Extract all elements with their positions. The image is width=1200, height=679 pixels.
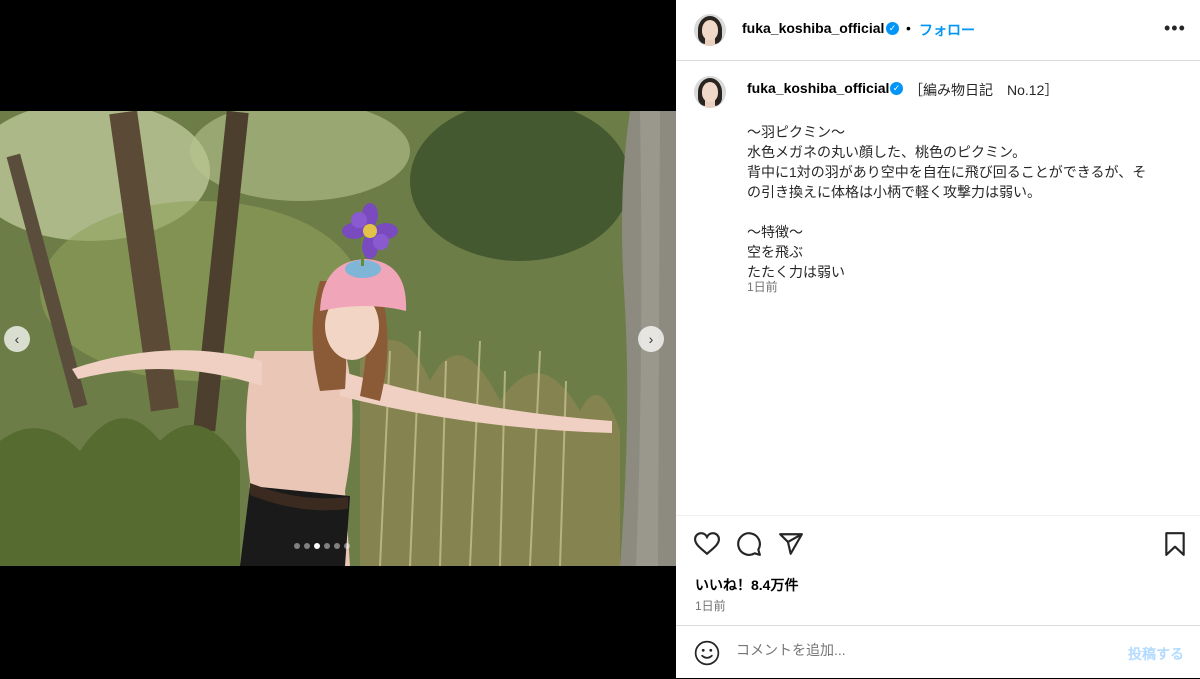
comment-input[interactable] [736, 642, 1096, 658]
carousel-prev-button[interactable]: ‹ [4, 326, 30, 352]
heart-icon[interactable] [694, 532, 720, 556]
verified-icon: ✓ [890, 82, 903, 95]
caption-line: 背中に1対の羽があり空中を自在に飛び回ることができるが、そ [747, 164, 1147, 180]
carousel-dot [324, 543, 330, 549]
caption-line: の引き換えに体格は小柄で軽く攻撃力は弱い。 [747, 184, 1041, 200]
comment-bar: 投稿する [676, 625, 1200, 679]
carousel-dot [334, 543, 340, 549]
caption-title: ［編み物日記 No.12］ [909, 82, 1059, 98]
chevron-right-icon: › [648, 331, 654, 347]
caption-line: 水色メガネの丸い顔した、桃色のピクミン。 [747, 144, 1027, 160]
caption-username[interactable]: fuka_koshiba_official [747, 80, 889, 96]
follow-button[interactable]: フォロー [919, 20, 975, 40]
carousel-dots [294, 543, 350, 549]
separator-dot: • [906, 20, 911, 36]
caption-line [747, 202, 1177, 222]
post-panel: fuka_koshiba_official ✓ • フォロー ••• fuka_… [676, 0, 1200, 678]
post-modal: ‹ › fuka_koshiba_official ✓ • フォロー ••• f… [0, 0, 1200, 678]
carousel-next-button[interactable]: › [638, 326, 664, 352]
caption-line: 〜羽ピクミン〜 [747, 124, 845, 140]
carousel-dot [294, 543, 300, 549]
caption-body: 〜羽ピクミン〜 水色メガネの丸い顔した、桃色のピクミン。 背中に1対の羽があり空… [747, 122, 1177, 282]
media-area: ‹ › [0, 0, 676, 678]
post-photo[interactable] [0, 111, 676, 566]
post-header: fuka_koshiba_official ✓ • フォロー ••• [676, 0, 1200, 61]
verified-icon: ✓ [886, 22, 899, 35]
avatar[interactable] [694, 14, 726, 46]
caption-line: 〜特徴〜 [747, 224, 803, 240]
post-date: 1日前 [695, 599, 726, 613]
bookmark-icon[interactable] [1164, 531, 1186, 557]
caption-avatar[interactable] [694, 76, 726, 108]
caption-line: 空を飛ぶ [747, 244, 803, 260]
actions-divider [676, 515, 1200, 516]
comment-icon[interactable] [736, 531, 762, 557]
carousel-dot [314, 543, 320, 549]
carousel-dot [304, 543, 310, 549]
more-icon[interactable]: ••• [1164, 18, 1186, 39]
photo-scene [0, 111, 676, 566]
post-comment-button[interactable]: 投稿する [1128, 644, 1184, 664]
caption-line: たたく力は弱い [747, 264, 845, 280]
caption-timestamp[interactable]: 1日前 [747, 278, 778, 295]
likes-count[interactable]: いいね！8.4万件 [695, 575, 798, 595]
share-icon[interactable] [778, 531, 804, 557]
header-username[interactable]: fuka_koshiba_official [742, 20, 884, 36]
carousel-dot [344, 543, 350, 549]
emoji-icon[interactable] [694, 640, 720, 666]
chevron-left-icon: ‹ [14, 331, 20, 347]
